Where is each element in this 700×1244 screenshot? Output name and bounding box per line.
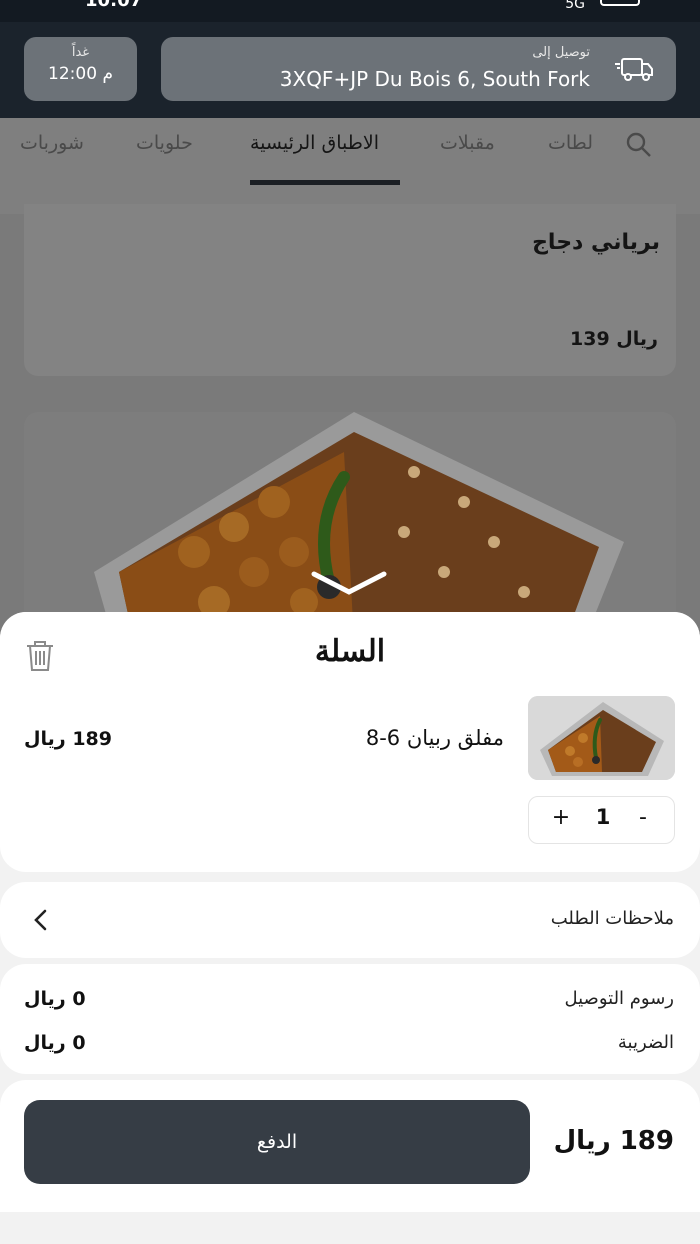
home-indicator-area (0, 1212, 700, 1244)
tab-salads[interactable]: لطات (548, 132, 593, 154)
search-icon[interactable] (624, 130, 652, 158)
menu-item-name: برياني دجاج (532, 230, 660, 255)
tab-soups[interactable]: شوربات (20, 132, 84, 154)
total-price: 189 ريال (553, 1126, 674, 1156)
tab-desserts[interactable]: حلويات (136, 132, 193, 154)
tab-main-dishes[interactable]: الاطباق الرئيسية (250, 132, 379, 154)
status-time: 10:07 (85, 0, 143, 11)
cart-title: السلة (314, 634, 386, 669)
active-tab-indicator (250, 180, 400, 185)
battery-icon (600, 0, 640, 6)
menu-item-price: 139 ريال (570, 328, 658, 350)
quantity-stepper: + 1 - (528, 796, 675, 844)
delivery-address: 3XQF+JP Du Bois 6, South Fork (279, 67, 590, 91)
menu-item-photo[interactable] (24, 412, 676, 642)
delivery-address-selector[interactable]: توصيل إلى 3XQF+JP Du Bois 6, South Fork (161, 37, 676, 101)
schedule-day: غداً (71, 45, 90, 60)
menu-item-card[interactable]: برياني دجاج 139 ريال (24, 204, 676, 376)
schedule-time: 12:00 م (48, 64, 113, 84)
signal-indicator: 5G (565, 0, 585, 12)
delivery-label: توصيل إلى (532, 45, 590, 60)
pay-button[interactable]: الدفع (24, 1100, 530, 1184)
tab-appetizers[interactable]: مقبلات (440, 132, 495, 154)
cart-item-price: 189 ريال (24, 728, 112, 750)
quantity-decrease-button[interactable]: - (625, 805, 661, 835)
quantity-value: 1 (595, 805, 611, 829)
order-notes-label: ملاحظات الطلب (550, 908, 674, 929)
checkout-bar: الدفع 189 ريال (0, 1080, 700, 1212)
quantity-increase-button[interactable]: + (543, 805, 579, 835)
category-tabs: لطات مقبلات الاطباق الرئيسية حلويات شورب… (0, 118, 700, 214)
header: غداً 12:00 م توصيل إلى 3XQF+JP Du Bois 6… (0, 22, 700, 118)
tax-value: 0 ريال (24, 1032, 86, 1054)
fees-summary: رسوم التوصيل 0 ريال الضريبة 0 ريال (0, 964, 700, 1074)
chevron-left-icon (34, 909, 47, 931)
chevron-down-icon[interactable] (310, 570, 388, 598)
cart-item-name: مفلق ربيان 6-8 (365, 726, 504, 750)
food-photo-image (24, 412, 676, 642)
schedule-selector[interactable]: غداً 12:00 م (24, 37, 137, 101)
delivery-fee-value: 0 ريال (24, 988, 86, 1010)
trash-icon[interactable] (25, 640, 55, 672)
cart-bottom-sheet: السلة مفلق ربيان 6-8 189 ريال + 1 - ملاح… (0, 612, 700, 1244)
tax-label: الضريبة (617, 1032, 674, 1053)
order-notes-row[interactable]: ملاحظات الطلب (0, 882, 700, 958)
status-bar: 10:07 5G (0, 0, 700, 22)
truck-icon (615, 58, 653, 81)
cart-items-card: السلة مفلق ربيان 6-8 189 ريال + 1 - (0, 612, 700, 872)
cart-item-thumbnail (528, 696, 675, 780)
delivery-fee-label: رسوم التوصيل (564, 988, 674, 1009)
